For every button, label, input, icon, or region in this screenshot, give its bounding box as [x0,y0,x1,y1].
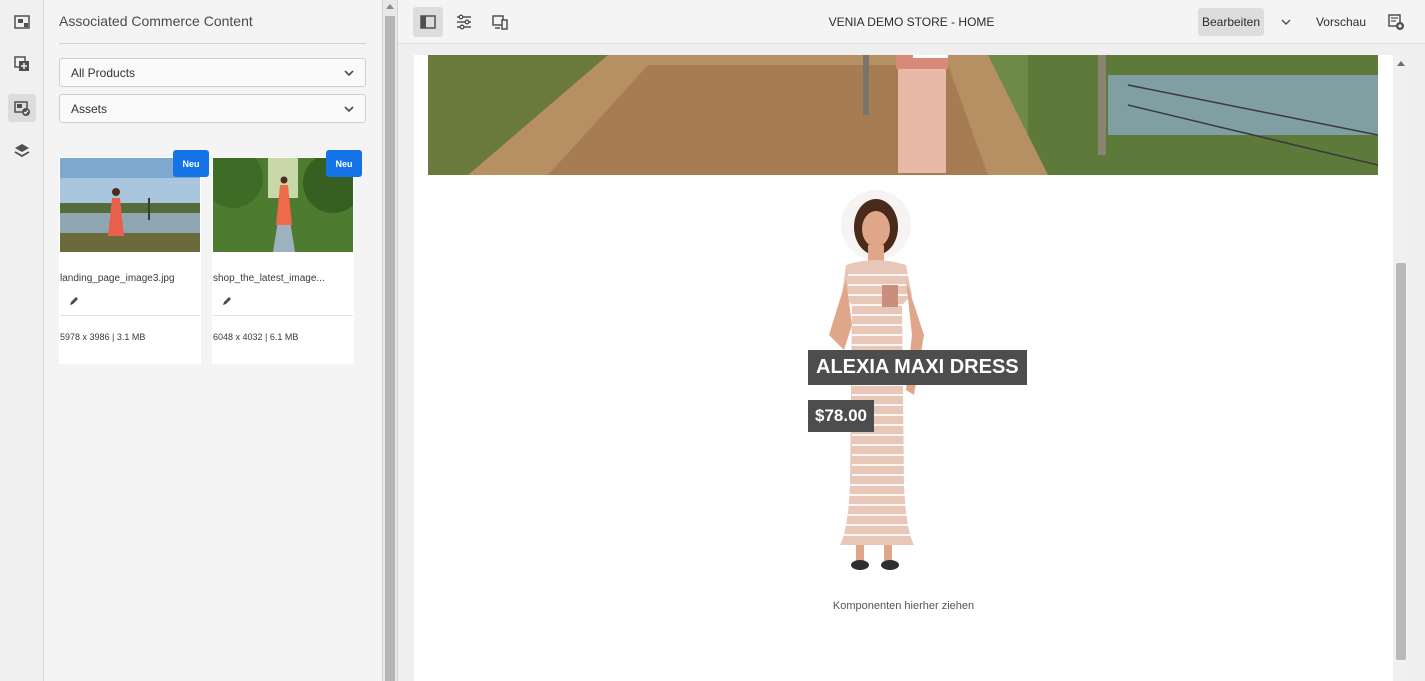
asset-type-value: Assets [71,101,108,116]
editor-canvas: ALEXIA MAXI DRESS $78.00 Komponenten hie… [398,44,1425,681]
assets-icon[interactable] [8,94,36,122]
asset-filename: landing_page_image3.jpg [60,273,175,284]
drop-zone-hint[interactable]: Komponenten hierher ziehen [414,600,1393,612]
asset-card[interactable]: Neu shop_the_latest_image... 6048 x 4032… [212,150,362,364]
card-divider [60,315,200,316]
asset-meta: 5978 x 3986 | 3.1 MB [60,332,146,342]
product-name-label[interactable]: ALEXIA MAXI DRESS [808,350,1027,385]
scrollbar-thumb[interactable] [385,16,395,681]
scrollbar-thumb[interactable] [1396,263,1406,660]
mode-dropdown-chevron-icon[interactable] [1271,7,1301,37]
layers-icon[interactable] [8,137,36,165]
card-divider [213,315,353,316]
new-badge: Neu [173,150,209,177]
panel-scrollbar[interactable] [382,0,398,681]
editor-toolbar: VENIA DEMO STORE - HOME Bearbeiten Vorsc… [398,0,1425,44]
asset-type-select[interactable]: Assets [59,94,366,123]
publish-page-icon[interactable] [1381,7,1411,37]
hero-banner-image[interactable] [428,55,1378,175]
products-filter-value: All Products [71,65,136,80]
asset-card[interactable]: Neu landing_page_image3.jpg 5978 x 3986 … [59,150,209,364]
chevron-down-icon [344,106,354,113]
new-badge: Neu [326,150,362,177]
page-preview: ALEXIA MAXI DRESS $78.00 Komponenten hie… [414,55,1393,681]
pencil-icon[interactable] [69,296,79,306]
product-price-label[interactable]: $78.00 [808,400,874,432]
panel-divider [59,43,366,44]
pencil-icon[interactable] [222,296,232,306]
products-filter-select[interactable]: All Products [59,58,366,87]
chevron-down-icon [344,70,354,77]
scroll-up-icon[interactable] [1397,61,1405,66]
side-rail [0,0,44,681]
edit-mode-button[interactable]: Bearbeiten [1198,8,1264,36]
asset-meta: 6048 x 4032 | 6.1 MB [213,332,299,342]
preview-mode-button[interactable]: Vorschau [1310,8,1372,36]
components-icon[interactable] [8,50,36,78]
asset-filename: shop_the_latest_image... [213,273,325,284]
scroll-up-icon[interactable] [386,4,394,9]
assets-panel: Associated Commerce Content All Products… [44,0,382,681]
page-info-icon[interactable] [8,8,36,36]
panel-title: Associated Commerce Content [59,13,253,29]
canvas-scrollbar[interactable] [1393,55,1409,681]
